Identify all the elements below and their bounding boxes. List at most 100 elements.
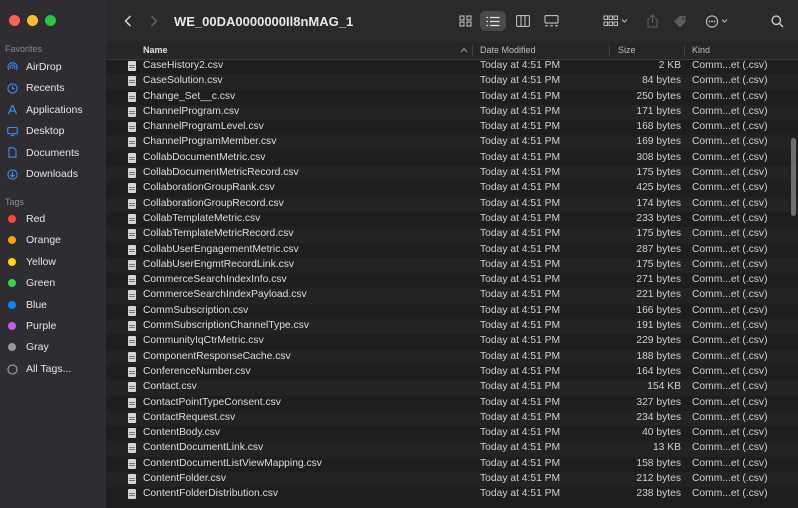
table-row[interactable]: CommerceSearchIndexInfo.csv Today at 4:51… — [106, 273, 798, 288]
tag-button[interactable] — [670, 11, 690, 31]
column-header-size[interactable]: Size — [618, 45, 636, 55]
sidebar-item-label: Gray — [26, 341, 49, 354]
table-row[interactable]: CollabUserEngagementMetric.csv Today at 4… — [106, 243, 798, 258]
csv-file-icon — [128, 275, 136, 286]
sidebar-tag-yellow[interactable]: Yellow — [0, 252, 106, 272]
file-size: 13 KB — [652, 442, 681, 454]
back-button[interactable] — [120, 11, 136, 31]
file-kind: Comm...et (.csv) — [692, 350, 768, 362]
sidebar-item-applications[interactable]: Applications — [0, 100, 106, 120]
search-button[interactable] — [768, 11, 786, 31]
table-row[interactable]: ChannelProgram.csv Today at 4:51 PM 171 by… — [106, 104, 798, 121]
vertical-scrollbar[interactable] — [791, 138, 796, 216]
gallery-view-button[interactable] — [538, 11, 564, 31]
table-row[interactable]: CollabUserEngmtRecordLink.csv Today at 4:… — [106, 257, 798, 274]
table-row[interactable]: CommunityIqCtrMetric.csv Today at 4:51 PM… — [106, 334, 798, 349]
table-row[interactable]: ComponentResponseCache.csv Today at 4:51 … — [106, 349, 798, 365]
file-size: 175 bytes — [636, 258, 681, 270]
file-kind: Comm...et (.csv) — [692, 105, 768, 117]
file-kind: Comm...et (.csv) — [692, 442, 768, 454]
sidebar-tag-green[interactable]: Green — [0, 273, 106, 293]
tag-color-dot — [8, 343, 16, 352]
sidebar-item-airdrop[interactable]: AirDrop — [0, 57, 106, 77]
file-name: CollabTemplateMetric.csv — [143, 212, 261, 224]
table-row[interactable]: CollaborationGroupRecord.csv Today at 4:5… — [106, 196, 798, 212]
file-size: 40 bytes — [642, 427, 681, 439]
sidebar-item-recents[interactable]: Recents — [0, 78, 106, 98]
list-view-button[interactable] — [480, 11, 506, 31]
file-kind: Comm...et (.csv) — [692, 304, 768, 316]
sidebar-tag-red[interactable]: Red — [0, 209, 106, 229]
table-row[interactable]: ContentDocumentListViewMapping.csv Today … — [106, 457, 798, 472]
table-row[interactable]: ChannelProgramLevel.csv Today at 4:51 PM 1… — [106, 120, 798, 135]
icon-view-button[interactable] — [452, 11, 478, 31]
sidebar-tag-orange[interactable]: Orange — [0, 230, 106, 250]
file-kind: Comm...et (.csv) — [692, 320, 768, 332]
grid-icon — [458, 15, 472, 27]
share-icon — [646, 14, 658, 28]
csv-file-icon — [128, 91, 136, 102]
file-size: 191 bytes — [636, 320, 681, 332]
table-row[interactable]: ContactPointTypeConsent.csv Today at 4:51… — [106, 396, 798, 411]
file-kind: Comm...et (.csv) — [692, 289, 768, 301]
file-kind: Comm...et (.csv) — [692, 411, 768, 423]
file-kind: Comm...et (.csv) — [692, 90, 768, 102]
sidebar-item-all-tags[interactable]: All Tags... — [0, 359, 106, 379]
forward-button[interactable] — [146, 11, 162, 31]
sidebar-tag-purple[interactable]: Purple — [0, 316, 106, 336]
table-row[interactable]: ContentBody.csv Today at 4:51 PM 40 bytes C… — [106, 426, 798, 441]
table-row[interactable]: CommSubscription.csv Today at 4:51 PM 166 … — [106, 304, 798, 319]
csv-file-icon — [128, 152, 136, 163]
window-title: WE_00DA0000000Il8nMAG_1 — [174, 14, 354, 29]
column-header-name[interactable]: Name — [143, 45, 168, 55]
sidebar-tag-blue[interactable]: Blue — [0, 295, 106, 315]
table-row[interactable]: ConferenceNumber.csv Today at 4:51 PM 164 … — [106, 365, 798, 380]
table-row[interactable]: Change_Set__c.csv Today at 4:51 PM 250 byt… — [106, 90, 798, 105]
sidebar-item-documents[interactable]: Documents — [0, 143, 106, 163]
csv-file-icon — [128, 244, 136, 255]
minimize-window-button[interactable] — [27, 15, 38, 26]
table-row[interactable]: CaseSolution.csv Today at 4:51 PM 84 bytes… — [106, 74, 798, 90]
file-kind: Comm...et (.csv) — [692, 488, 768, 500]
sidebar-item-label: Red — [26, 213, 46, 225]
column-header-kind[interactable]: Kind — [692, 45, 710, 55]
table-row[interactable]: CollaborationGroupRank.csv Today at 4:51 … — [106, 181, 798, 196]
sidebar-item-desktop[interactable]: Desktop — [0, 121, 106, 141]
sidebar: Favorites AirDrop Recents Applications Desk… — [0, 0, 106, 508]
zoom-window-button[interactable] — [45, 15, 56, 26]
action-button[interactable] — [702, 11, 734, 31]
file-date-modified: Today at 4:51 PM — [480, 182, 561, 194]
sidebar-item-downloads[interactable]: Downloads — [0, 164, 106, 184]
sidebar-item-label: Purple — [26, 320, 57, 332]
table-row[interactable]: ChannelProgramMember.csv Today at 4:51 PM… — [106, 135, 798, 151]
table-row[interactable]: CollabDocumentMetricRecord.csv Today at 4… — [106, 166, 798, 182]
table-row[interactable]: CollabTemplateMetricRecord.csv Today at 4… — [106, 227, 798, 243]
table-row[interactable]: CollabTemplateMetric.csv Today at 4:51 PM… — [106, 212, 798, 227]
table-row[interactable]: ContactRequest.csv Today at 4:51 PM 234 by… — [106, 410, 798, 427]
table-row[interactable]: ContentFolder.csv Today at 4:51 PM 212 byt… — [106, 472, 798, 488]
file-name: CommunityIqCtrMetric.csv — [143, 335, 264, 347]
table-row[interactable]: ContentDocumentLink.csv Today at 4:51 PM 1… — [106, 441, 798, 457]
table-row[interactable]: CommerceSearchIndexPayload.csv Today at 4… — [106, 288, 798, 304]
table-row[interactable]: CaseHistory2.csv Today at 4:51 PM 2 KB Comm… — [106, 59, 798, 74]
file-date-modified: Today at 4:51 PM — [480, 411, 561, 423]
file-name: CommerceSearchIndexInfo.csv — [143, 274, 287, 286]
table-row[interactable]: Contact.csv Today at 4:51 PM 154 KB Comm...… — [106, 380, 798, 396]
share-button[interactable] — [642, 11, 662, 31]
csv-file-icon — [128, 168, 136, 179]
column-header-date[interactable]: Date Modified — [480, 45, 536, 55]
table-row[interactable]: CommSubscriptionChannelType.csv Today at … — [106, 319, 798, 335]
column-view-button[interactable] — [510, 11, 536, 31]
close-window-button[interactable] — [9, 15, 20, 26]
column-header-row: Name Date Modified Size Kind — [106, 42, 798, 60]
desktop-icon — [7, 126, 18, 137]
table-row[interactable]: CollabDocumentMetric.csv Today at 4:51 PM… — [106, 151, 798, 166]
file-size: 175 bytes — [636, 167, 681, 179]
sidebar-tag-gray[interactable]: Gray — [0, 337, 106, 357]
group-by-button[interactable] — [600, 11, 632, 31]
csv-file-icon — [128, 321, 136, 332]
file-kind: Comm...et (.csv) — [692, 335, 768, 347]
file-name: CollabTemplateMetricRecord.csv — [143, 228, 294, 240]
table-row[interactable]: ContentFolderDistribution.csv Today at 4:… — [106, 487, 798, 502]
csv-file-icon — [128, 489, 136, 500]
